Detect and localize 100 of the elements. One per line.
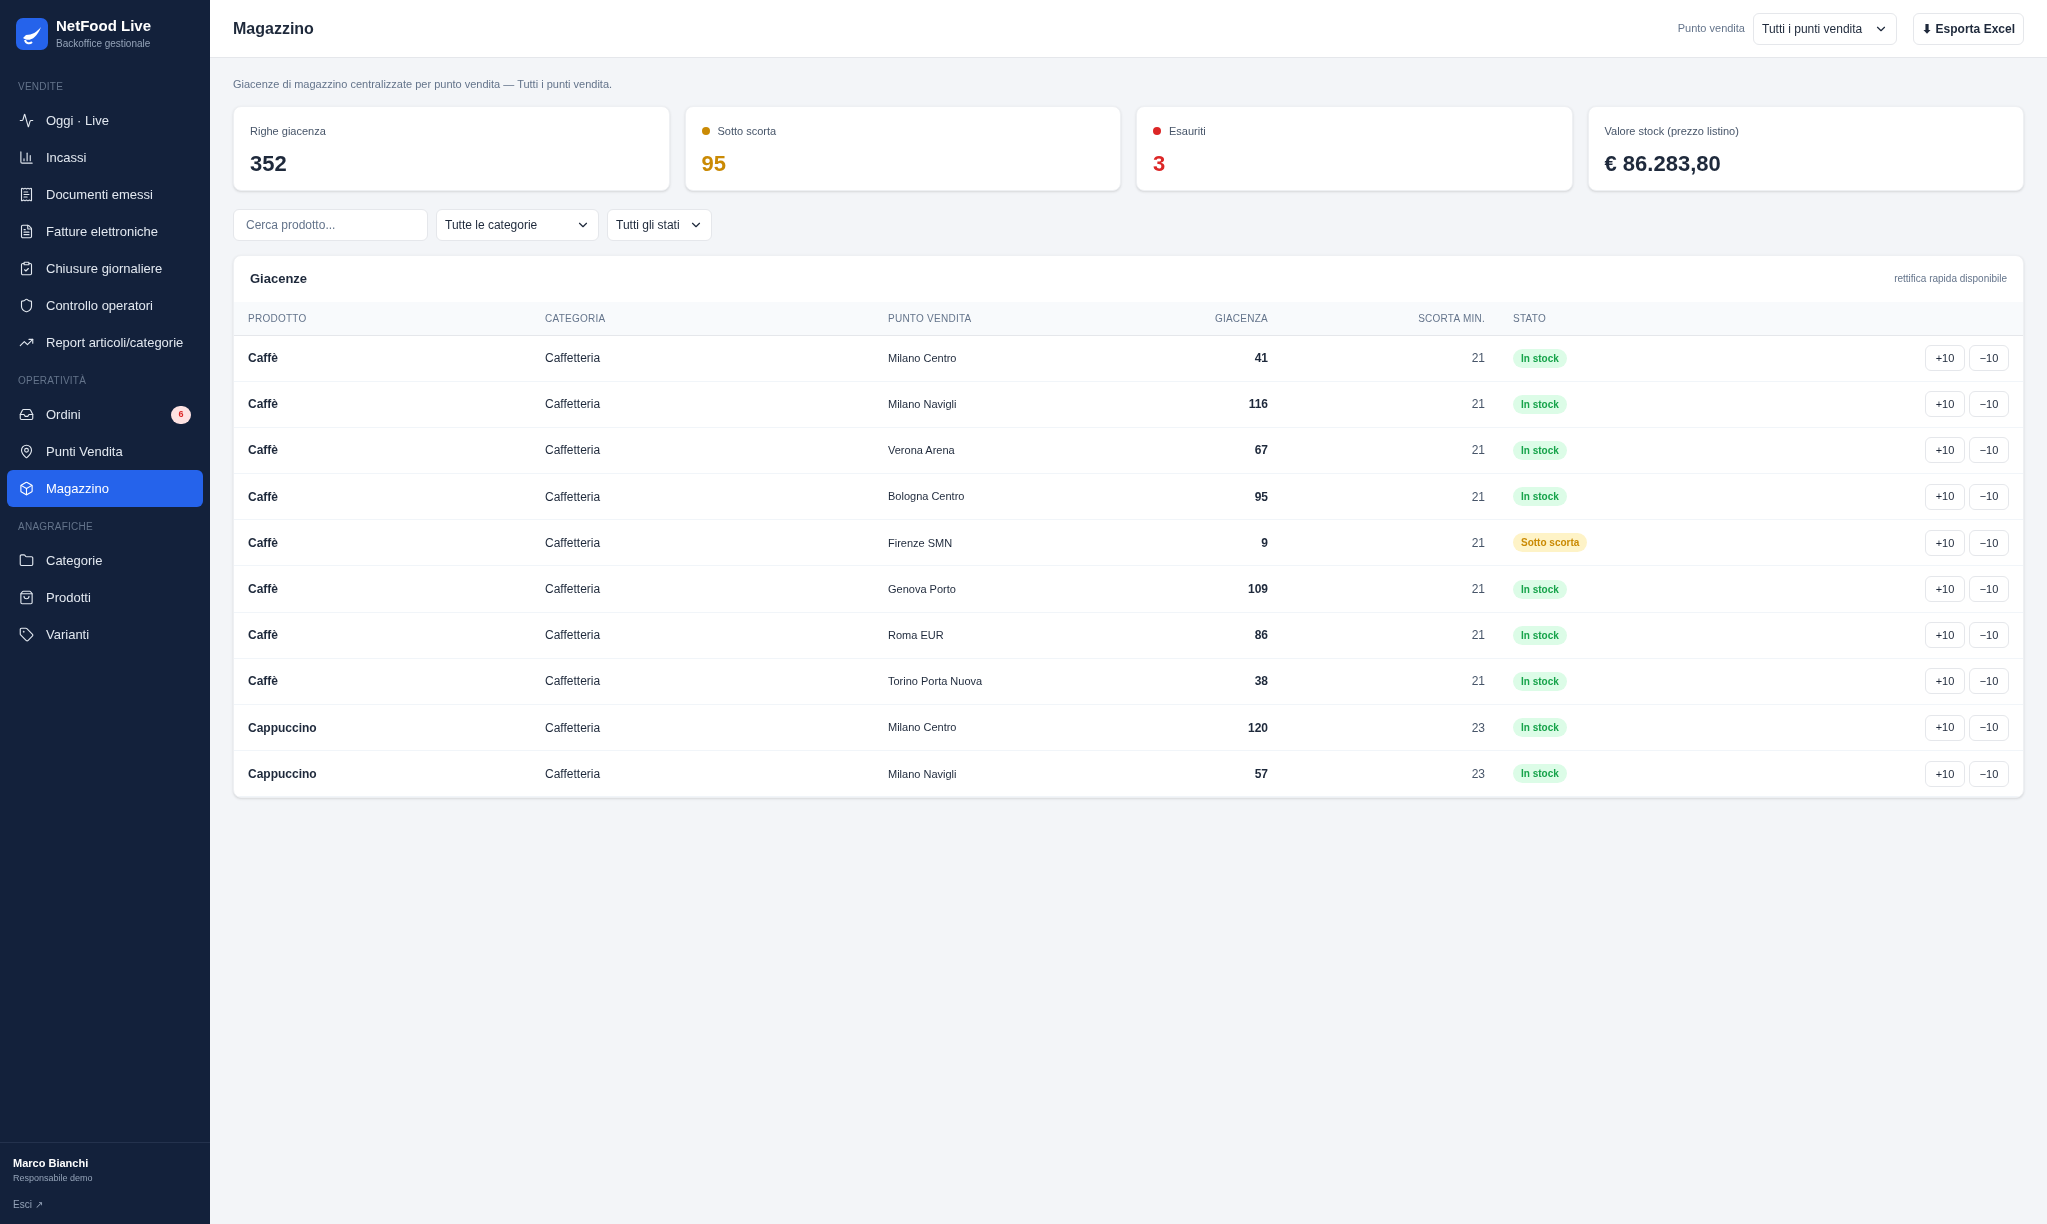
status-badge: In stock xyxy=(1513,764,1567,784)
brand-name: NetFood Live xyxy=(56,16,151,36)
nav-item[interactable]: Punti Vendita xyxy=(7,433,203,470)
decrease-button[interactable]: −10 xyxy=(1969,714,2009,741)
page-title: Magazzino xyxy=(233,18,315,39)
section-title: OPERATIVITÀ xyxy=(17,373,88,388)
decrease-button[interactable]: −10 xyxy=(1969,437,2009,464)
logout-link[interactable]: Esci ↗ xyxy=(13,1197,197,1212)
column-header: SCORTA MIN. xyxy=(1417,311,1485,326)
min-stock-cell-text: 21 xyxy=(1470,534,1485,552)
increase-button[interactable]: +10 xyxy=(1925,391,1965,418)
stock-cell-text: 95 xyxy=(1253,488,1268,506)
product-cell-text: Caffè xyxy=(248,673,279,691)
export-button[interactable]: ⬇ Esporta Excel xyxy=(1913,12,2024,45)
decrease-button[interactable]: −10 xyxy=(1969,622,2009,649)
product-cell-text: Caffè xyxy=(248,534,279,552)
store-label: Punto vendita xyxy=(1677,21,1745,37)
receipt-icon xyxy=(19,187,34,202)
nav-item[interactable]: Incassi xyxy=(7,139,203,176)
store-cell-text: Roma EUR xyxy=(888,627,945,643)
store-select[interactable]: Tutti i punti vendita xyxy=(1753,12,1898,45)
page-description: Giacenze di magazzino centralizzate per punto vendita — Tutti i punti vendita. xyxy=(233,77,614,92)
store-cell-text: Genova Porto xyxy=(888,581,957,597)
increase-button[interactable]: +10 xyxy=(1925,622,1965,649)
increase-button[interactable]: +10 xyxy=(1925,483,1965,510)
stat-label: Righe giacenza xyxy=(250,123,326,139)
increase-button[interactable]: +10 xyxy=(1925,437,1965,464)
nav-item[interactable]: Report articoli/categorie xyxy=(7,324,203,361)
product-cell-text: Caffè xyxy=(248,488,279,506)
increase-button[interactable]: +10 xyxy=(1925,760,1965,787)
stock-cell-text: 120 xyxy=(1246,719,1268,737)
decrease-button[interactable]: −10 xyxy=(1969,345,2009,372)
category-select[interactable]: Tutte le categorie xyxy=(436,208,599,241)
shield-icon xyxy=(19,298,34,313)
product-cell-text: Caffè xyxy=(248,350,279,368)
stock-cell-text: 57 xyxy=(1253,765,1268,783)
nav-item[interactable]: Ordini 6 xyxy=(7,396,203,433)
status-badge: In stock xyxy=(1513,718,1567,738)
column-header: PRODOTTO xyxy=(248,311,308,326)
product-cell-text: Caffè xyxy=(248,627,279,645)
min-stock-cell-text: 21 xyxy=(1470,581,1485,599)
column-header: GIACENZA xyxy=(1213,311,1268,326)
stock-cell-text: 109 xyxy=(1246,581,1268,599)
nav-item[interactable]: Oggi · Live xyxy=(7,102,203,139)
stock-cell-text: 116 xyxy=(1247,396,1268,414)
min-stock-cell-text: 21 xyxy=(1470,396,1485,414)
table-note: rettifica rapida disponibile xyxy=(1894,272,2007,286)
bar-chart-icon xyxy=(19,150,34,165)
column-header: STATO xyxy=(1512,311,1547,326)
nav-item[interactable]: Controllo operatori xyxy=(7,287,203,324)
brand-subtitle: Backoffice gestionale xyxy=(56,37,151,51)
status-select[interactable]: Tutti gli stati xyxy=(607,208,712,241)
status-badge: In stock xyxy=(1513,348,1567,368)
nav-item[interactable]: Magazzino xyxy=(7,470,203,507)
nav-item[interactable]: Varianti xyxy=(7,616,203,653)
category-cell-text: Caffetteria xyxy=(545,719,602,737)
cube-icon xyxy=(19,481,34,496)
stat-label: Sotto scorta xyxy=(717,123,777,139)
decrease-button[interactable]: −10 xyxy=(1969,483,2009,510)
logo-icon xyxy=(16,17,48,50)
nav-item[interactable]: Fatture elettroniche xyxy=(7,213,203,250)
bag-icon xyxy=(19,590,34,605)
status-badge: In stock xyxy=(1513,671,1567,691)
stat-label: Esauriti xyxy=(1169,123,1206,139)
category-cell-text: Caffetteria xyxy=(545,765,602,783)
decrease-button[interactable]: −10 xyxy=(1969,760,2009,787)
category-cell-text: Caffetteria xyxy=(545,396,602,414)
min-stock-cell-text: 21 xyxy=(1470,442,1485,460)
stat-value: € 86.283,80 xyxy=(1604,150,1722,178)
map-pin-icon xyxy=(19,444,34,459)
nav-item[interactable]: Prodotti xyxy=(7,579,203,616)
search-field[interactable]: Cerca prodotto... xyxy=(233,208,428,241)
nav-item[interactable]: Chiusure giornaliere xyxy=(7,250,203,287)
stock-cell-text: 41 xyxy=(1253,350,1268,368)
decrease-button[interactable]: −10 xyxy=(1969,391,2009,418)
store-cell-text: Milano Centro xyxy=(888,720,958,736)
status-badge: In stock xyxy=(1513,625,1567,645)
category-cell-text: Caffetteria xyxy=(545,350,602,368)
status-badge: Sotto scorta xyxy=(1513,533,1588,553)
category-cell-text: Caffetteria xyxy=(545,581,602,599)
increase-button[interactable]: +10 xyxy=(1925,576,1965,603)
product-cell-text: Caffè xyxy=(248,396,279,414)
increase-button[interactable]: +10 xyxy=(1925,714,1965,741)
increase-button[interactable]: +10 xyxy=(1925,345,1965,372)
tag-icon xyxy=(19,627,34,642)
min-stock-cell-text: 21 xyxy=(1470,627,1485,645)
store-cell-text: Bologna Centro xyxy=(888,489,966,505)
min-stock-cell-text: 21 xyxy=(1470,673,1485,691)
increase-button[interactable]: +10 xyxy=(1925,668,1965,695)
store-cell-text: Milano Navigli xyxy=(888,397,958,413)
product-cell-text: Cappuccino xyxy=(248,719,318,737)
nav-item[interactable]: Categorie xyxy=(7,542,203,579)
nav-item[interactable]: Documenti emessi xyxy=(7,176,203,213)
increase-button[interactable]: +10 xyxy=(1925,529,1965,556)
decrease-button[interactable]: −10 xyxy=(1969,668,2009,695)
decrease-button[interactable]: −10 xyxy=(1969,529,2009,556)
decrease-button[interactable]: −10 xyxy=(1969,576,2009,603)
status-badge: In stock xyxy=(1513,487,1567,507)
document-icon xyxy=(19,224,34,239)
product-cell-text: Cappuccino xyxy=(248,765,318,783)
